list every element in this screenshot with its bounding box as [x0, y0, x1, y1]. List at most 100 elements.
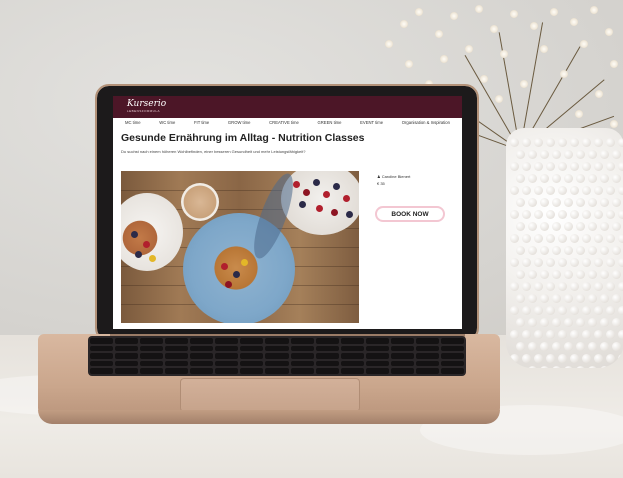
- menu-item-event[interactable]: EVENT time: [360, 120, 383, 130]
- keyboard-key: [190, 360, 214, 367]
- vase-texture-dot: [576, 366, 585, 368]
- vase-texture-dot: [546, 354, 555, 363]
- vase-texture-dot: [600, 150, 609, 159]
- vase-texture-dot: [600, 198, 609, 207]
- vase-texture-dot: [612, 342, 621, 351]
- vase-texture-dot: [540, 198, 549, 207]
- keyboard-key: [290, 353, 314, 359]
- person-icon: ♟: [377, 174, 381, 179]
- berry: [225, 281, 232, 288]
- flower-bloom: [450, 12, 458, 20]
- keyboard-key: [415, 338, 439, 344]
- vase-texture-dot: [606, 162, 615, 171]
- vase-texture-dot: [570, 162, 579, 171]
- flower-bloom: [540, 45, 548, 53]
- vase-texture-dot: [582, 282, 591, 291]
- vase-texture-dot: [558, 210, 567, 219]
- vase-texture-dot: [558, 186, 567, 195]
- logo-tagline: LEBENSFORMULA: [127, 109, 161, 113]
- book-now-button[interactable]: BOOK NOW: [375, 206, 445, 222]
- vase-texture-dot: [582, 162, 591, 171]
- menu-item-creative[interactable]: CREATIVE time: [269, 120, 299, 130]
- menu-item-green[interactable]: GREEN time: [318, 120, 342, 130]
- keyboard-key: [415, 345, 439, 352]
- vase-texture-dot: [522, 234, 531, 243]
- vase-texture-dot: [516, 246, 525, 255]
- vase-texture-dot: [522, 162, 531, 171]
- vase-texture-dot: [588, 270, 597, 279]
- vase-texture-dot: [564, 318, 573, 327]
- keyboard-key: [340, 353, 364, 359]
- berry: [303, 189, 310, 196]
- keyboard-key: [165, 353, 189, 359]
- keyboard-key: [190, 345, 214, 352]
- berry: [131, 231, 138, 238]
- vase-texture-dot: [522, 186, 531, 195]
- menu-item-mc[interactable]: MC time: [125, 120, 141, 130]
- vase-texture-dot: [594, 138, 603, 147]
- vase-texture-dot: [552, 294, 561, 303]
- vase-texture-dot: [528, 246, 537, 255]
- vase-texture-dot: [588, 150, 597, 159]
- keyboard-key: [190, 353, 214, 359]
- keyboard-key: [415, 353, 439, 359]
- vase-texture-dot: [516, 174, 525, 183]
- vase-texture-dot: [570, 210, 579, 219]
- laptop-screen: Kurserio LEBENSFORMULA MC time WC time F…: [113, 96, 462, 329]
- vase-texture-dot: [612, 366, 621, 368]
- vase-texture-dot: [594, 234, 603, 243]
- site-logo[interactable]: Kurserio: [127, 99, 166, 109]
- vase-texture-dot: [618, 138, 623, 147]
- keyboard-key: [190, 338, 214, 344]
- vase-texture-dot: [564, 246, 573, 255]
- flower-bloom: [510, 10, 518, 18]
- vase-texture-dot: [618, 186, 623, 195]
- vase-texture-dot: [612, 174, 621, 183]
- vase-texture-dot: [546, 186, 555, 195]
- vase-texture-dot: [618, 258, 623, 267]
- vase-texture-dot: [600, 342, 609, 351]
- keyboard-key: [315, 368, 339, 374]
- flower-bloom: [575, 110, 583, 118]
- vase-texture-dot: [540, 342, 549, 351]
- keyboard-key: [365, 360, 389, 367]
- vase-texture-dot: [612, 318, 621, 327]
- vase-texture-dot: [552, 342, 561, 351]
- vase-texture-dot: [546, 162, 555, 171]
- vase-texture-dot: [546, 138, 555, 147]
- vase-texture-dot: [558, 330, 567, 339]
- berry: [343, 195, 350, 202]
- menu-item-organisation[interactable]: Organisation & Inspiration: [402, 120, 450, 130]
- keyboard-key: [215, 353, 239, 359]
- vase-texture-dot: [582, 306, 591, 315]
- vase-texture-dot: [576, 342, 585, 351]
- flower-bloom: [550, 8, 558, 16]
- page-subtitle: Du suchst nach einem höheren Wohlbefinde…: [121, 149, 306, 154]
- flower-bloom: [520, 80, 528, 88]
- menu-item-fit[interactable]: FIT time: [194, 120, 209, 130]
- keyboard-key: [365, 368, 389, 374]
- vase-texture-dot: [564, 222, 573, 231]
- vase-texture-dot: [528, 174, 537, 183]
- flower-bloom: [610, 60, 618, 68]
- keyboard-key: [165, 338, 189, 344]
- keyboard-key: [140, 360, 164, 367]
- menu-item-wc[interactable]: WC time: [159, 120, 175, 130]
- vase-texture-dot: [576, 150, 585, 159]
- flower-bloom: [610, 120, 618, 128]
- vase-texture-dot: [510, 138, 519, 147]
- vase-texture-dot: [564, 270, 573, 279]
- keyboard-key: [140, 338, 164, 344]
- vase-texture-dot: [558, 138, 567, 147]
- berry: [323, 191, 330, 198]
- vase-texture-dot: [510, 354, 519, 363]
- vase-texture-dot: [618, 210, 623, 219]
- keyboard-key: [240, 345, 264, 352]
- berry: [241, 259, 248, 266]
- berry: [149, 255, 156, 262]
- vase-texture-dot: [576, 174, 585, 183]
- keyboard-key: [340, 360, 364, 367]
- menu-item-grow[interactable]: GROW time: [228, 120, 251, 130]
- berry: [313, 179, 320, 186]
- keyboard-key: [440, 345, 464, 352]
